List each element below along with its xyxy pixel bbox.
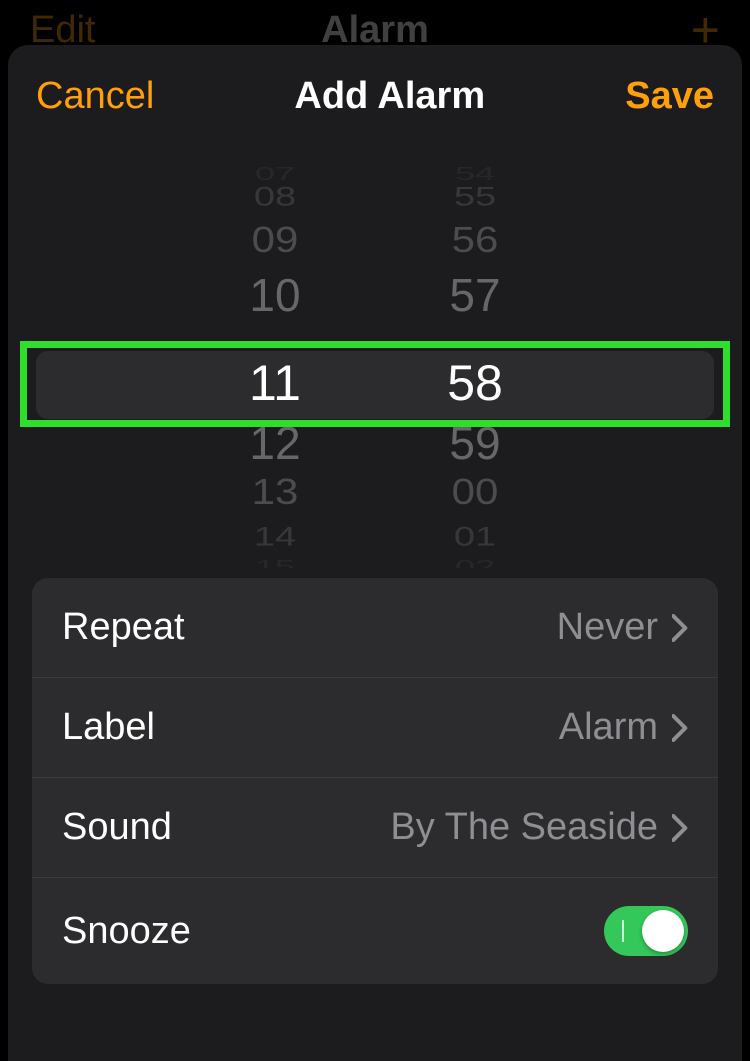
snooze-row: Snooze [32, 878, 718, 984]
hour-option[interactable]: 08 [225, 182, 325, 212]
add-alarm-modal: Cancel Add Alarm Save 07 08 09 10 11 12 … [8, 45, 742, 1061]
minute-option[interactable]: 59 [425, 416, 525, 470]
hour-option[interactable]: 09 [225, 220, 325, 261]
minute-option[interactable]: 02 [425, 557, 525, 569]
alarm-settings-list: Repeat Never Label Alarm Sound By The Se… [32, 578, 718, 984]
hour-option[interactable]: 12 [225, 416, 325, 470]
modal-title: Add Alarm [294, 75, 485, 118]
snooze-toggle[interactable] [604, 906, 688, 956]
toggle-on-indicator-icon [622, 920, 624, 942]
label-value: Alarm [559, 706, 658, 749]
toggle-knob [642, 910, 684, 952]
time-picker[interactable]: 07 08 09 10 11 12 13 14 15 54 55 56 57 5… [8, 158, 742, 568]
hour-option[interactable]: 10 [225, 268, 325, 322]
chevron-right-icon [672, 614, 688, 642]
hour-picker[interactable]: 07 08 09 10 11 12 13 14 15 [225, 158, 325, 568]
repeat-value: Never [557, 606, 658, 649]
repeat-row[interactable]: Repeat Never [32, 578, 718, 678]
minute-option[interactable]: 55 [425, 182, 525, 212]
minute-option[interactable]: 56 [425, 220, 525, 261]
minute-option[interactable]: 01 [425, 522, 525, 552]
hour-option[interactable]: 13 [225, 472, 325, 513]
minute-option[interactable]: 00 [425, 472, 525, 513]
label-label: Label [62, 706, 155, 749]
repeat-label: Repeat [62, 606, 185, 649]
hour-option[interactable]: 07 [225, 164, 325, 185]
minute-option[interactable]: 54 [425, 164, 525, 185]
hour-selected[interactable]: 11 [225, 354, 325, 412]
modal-header: Cancel Add Alarm Save [8, 45, 742, 138]
chevron-right-icon [672, 814, 688, 842]
save-button[interactable]: Save [625, 75, 714, 118]
hour-option[interactable]: 15 [225, 557, 325, 569]
sound-row[interactable]: Sound By The Seaside [32, 778, 718, 878]
sound-label: Sound [62, 806, 172, 849]
snooze-label: Snooze [62, 910, 191, 953]
cancel-button[interactable]: Cancel [36, 75, 154, 118]
minute-picker[interactable]: 54 55 56 57 58 59 00 01 02 [425, 158, 525, 568]
sound-value: By The Seaside [390, 806, 658, 849]
label-row[interactable]: Label Alarm [32, 678, 718, 778]
hour-option[interactable]: 14 [225, 522, 325, 552]
chevron-right-icon [672, 714, 688, 742]
minute-option[interactable]: 57 [425, 268, 525, 322]
minute-selected[interactable]: 58 [425, 354, 525, 412]
